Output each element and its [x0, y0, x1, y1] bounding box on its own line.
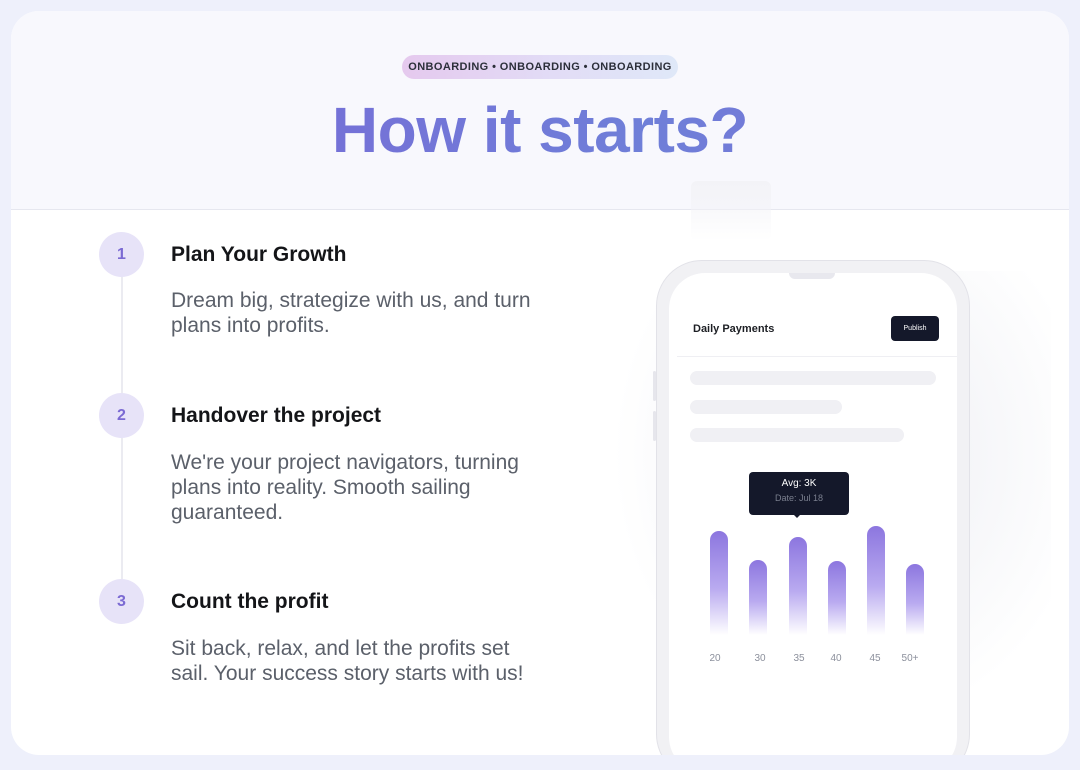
chart-bar[interactable]	[710, 531, 728, 635]
step-3-description: Sit back, relax, and let the profits set…	[171, 637, 524, 685]
skeleton-line	[690, 428, 904, 442]
ghost-placeholder	[691, 181, 771, 241]
app-title: Daily Payments	[693, 323, 775, 335]
skeleton-line	[690, 371, 936, 385]
publish-button[interactable]: Publish	[891, 316, 939, 341]
chart-bar[interactable]	[828, 561, 846, 635]
step-2-number: 2	[99, 393, 144, 438]
step-2-description: We're your project navigators, turning p…	[171, 451, 519, 524]
step-2-title: Handover the project	[171, 404, 382, 427]
phone-mockup: Daily Payments Publish Avg: 3K Date: Jul…	[653, 260, 970, 755]
step-3-number: 3	[99, 579, 144, 624]
step-1-number: 1	[99, 232, 144, 277]
tooltip-value: Avg: 3K	[781, 478, 817, 489]
phone-notch	[789, 273, 835, 279]
skeleton-line	[690, 400, 842, 414]
chart-x-tick-label: 45	[869, 653, 881, 664]
chart-x-tick-label: 35	[793, 653, 805, 664]
section-tag: ONBOARDING • ONBOARDING • ONBOARDING	[402, 55, 678, 79]
chart-x-tick-label: 30	[754, 653, 766, 664]
phone-side-button	[653, 411, 656, 441]
chart-x-tick-label: 40	[830, 653, 842, 664]
onboarding-card: ONBOARDING • ONBOARDING • ONBOARDING How…	[11, 11, 1069, 755]
tooltip-pointer	[792, 513, 802, 518]
page-title: How it starts?	[11, 93, 1069, 167]
step-1-title: Plan Your Growth	[171, 243, 347, 266]
chart-x-tick-label: 50+	[901, 653, 919, 664]
step-3-title: Count the profit	[171, 590, 329, 613]
chart-bar[interactable]	[749, 560, 767, 635]
app-divider	[677, 356, 957, 357]
tooltip-date: Date: Jul 18	[774, 493, 824, 503]
chart-tooltip: Avg: 3K Date: Jul 18	[749, 472, 849, 515]
step-1-description: Dream big, strategize with us, and turn …	[171, 289, 531, 337]
phone-side-button	[653, 371, 656, 401]
chart-bar[interactable]	[867, 526, 885, 635]
phone-screen: Daily Payments Publish Avg: 3K Date: Jul…	[669, 273, 957, 755]
chart-bar[interactable]	[906, 564, 924, 635]
chart-x-tick-label: 20	[709, 653, 721, 664]
chart-bar[interactable]	[789, 537, 807, 635]
